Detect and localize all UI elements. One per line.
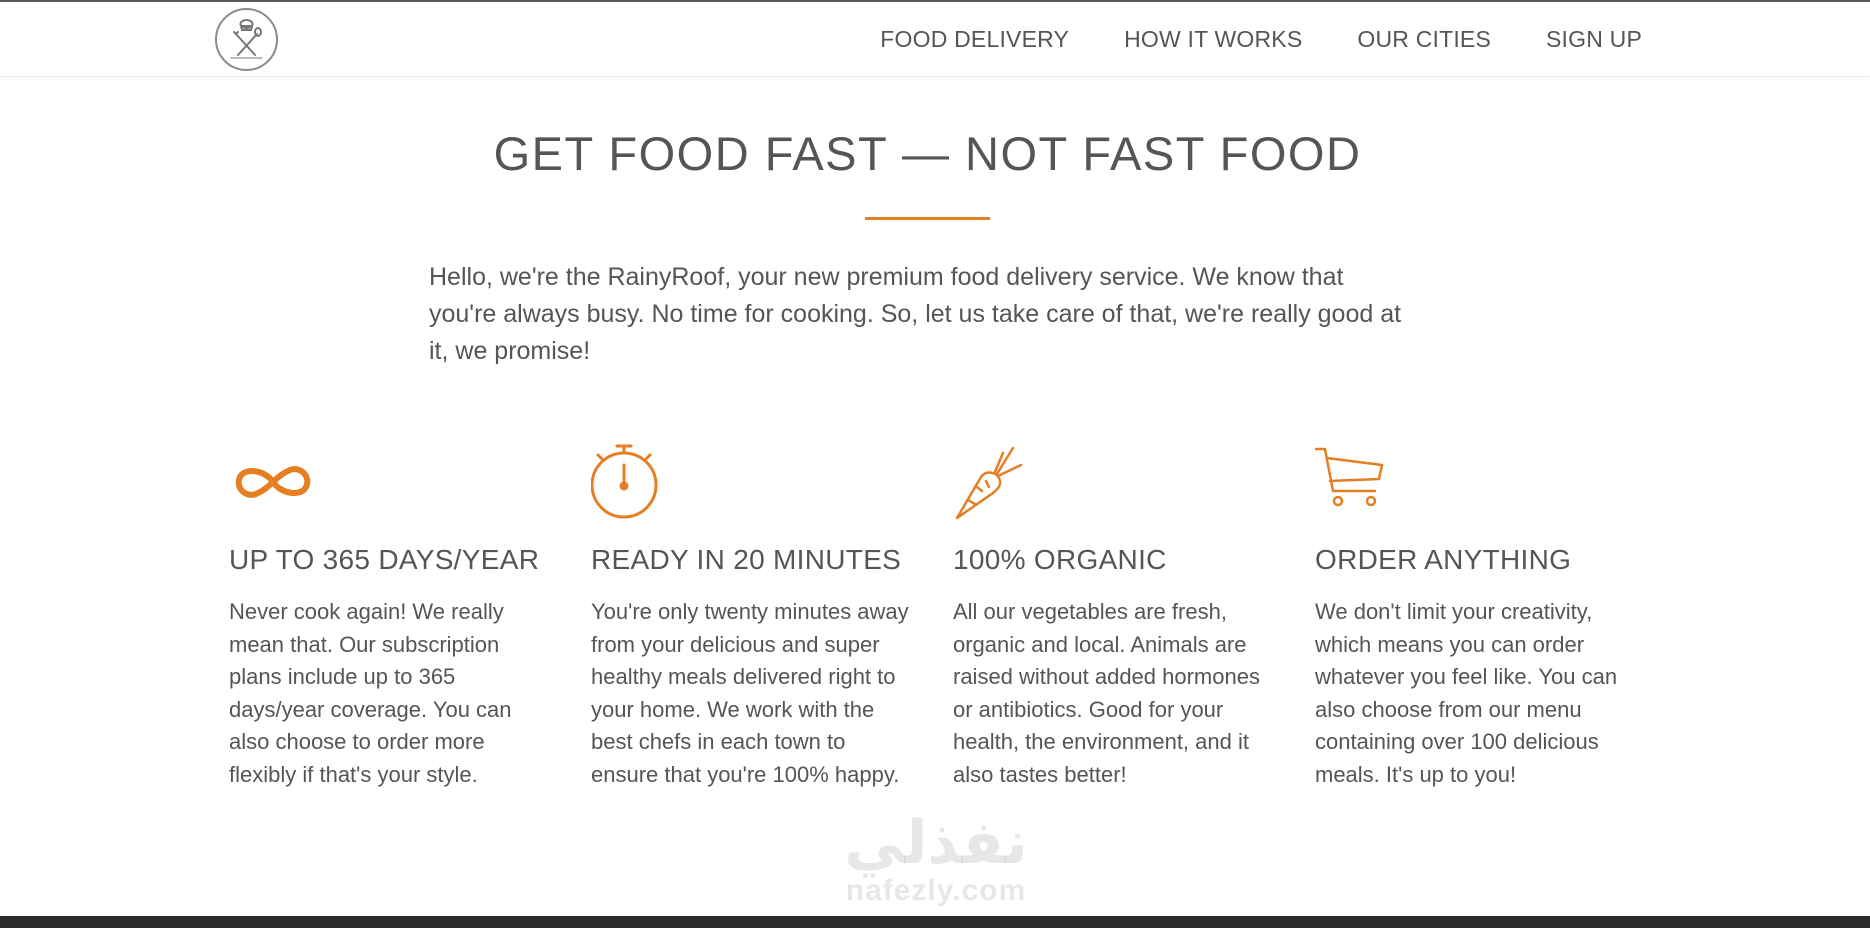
- nav-link-food-delivery[interactable]: FOOD DELIVERY: [880, 26, 1069, 53]
- feature-title: UP TO 365 DAYS/YEAR: [229, 544, 540, 575]
- feature-description: We don't limit your creativity, which me…: [1315, 599, 1618, 787]
- watermark: نفذلي nafezly.com: [826, 810, 1046, 906]
- taskbar-edge: [0, 916, 1870, 928]
- feature-title: READY IN 20 MINUTES: [591, 544, 902, 575]
- feature-title: ORDER ANYTHING: [1315, 544, 1572, 575]
- feature-description: All our vegetables are fresh, organic an…: [953, 599, 1260, 787]
- stopwatch-icon: [591, 444, 658, 519]
- feature-description: You're only twenty minutes away from you…: [591, 599, 909, 787]
- intro-paragraph: Hello, we're the RainyRoof, your new pre…: [429, 263, 1402, 365]
- main-nav: FOOD DELIVERY HOW IT WORKS OUR CITIES SI…: [825, 26, 1642, 53]
- watermark-latin: nafezly.com: [845, 874, 1027, 907]
- nav-link-how-it-works[interactable]: HOW IT WORKS: [1124, 26, 1302, 53]
- carrot-icon: [955, 446, 1023, 520]
- site-logo[interactable]: [215, 8, 278, 71]
- title-underline: [865, 217, 990, 220]
- infinity-icon: [235, 466, 311, 498]
- watermark-arabic: نفذلي: [844, 808, 1028, 878]
- chef-utensils-logo-icon: [230, 19, 263, 59]
- nav-link-our-cities[interactable]: OUR CITIES: [1357, 26, 1491, 53]
- feature-description: Never cook again! We really mean that. O…: [229, 599, 512, 787]
- site-header: FOOD DELIVERY HOW IT WORKS OUR CITIES SI…: [0, 2, 1870, 77]
- shopping-cart-icon: [1315, 447, 1384, 507]
- feature-title: 100% ORGANIC: [953, 544, 1167, 575]
- section-title: GET FOOD FAST — NOT FAST FOOD: [493, 127, 1362, 180]
- nav-link-sign-up[interactable]: SIGN UP: [1546, 26, 1642, 53]
